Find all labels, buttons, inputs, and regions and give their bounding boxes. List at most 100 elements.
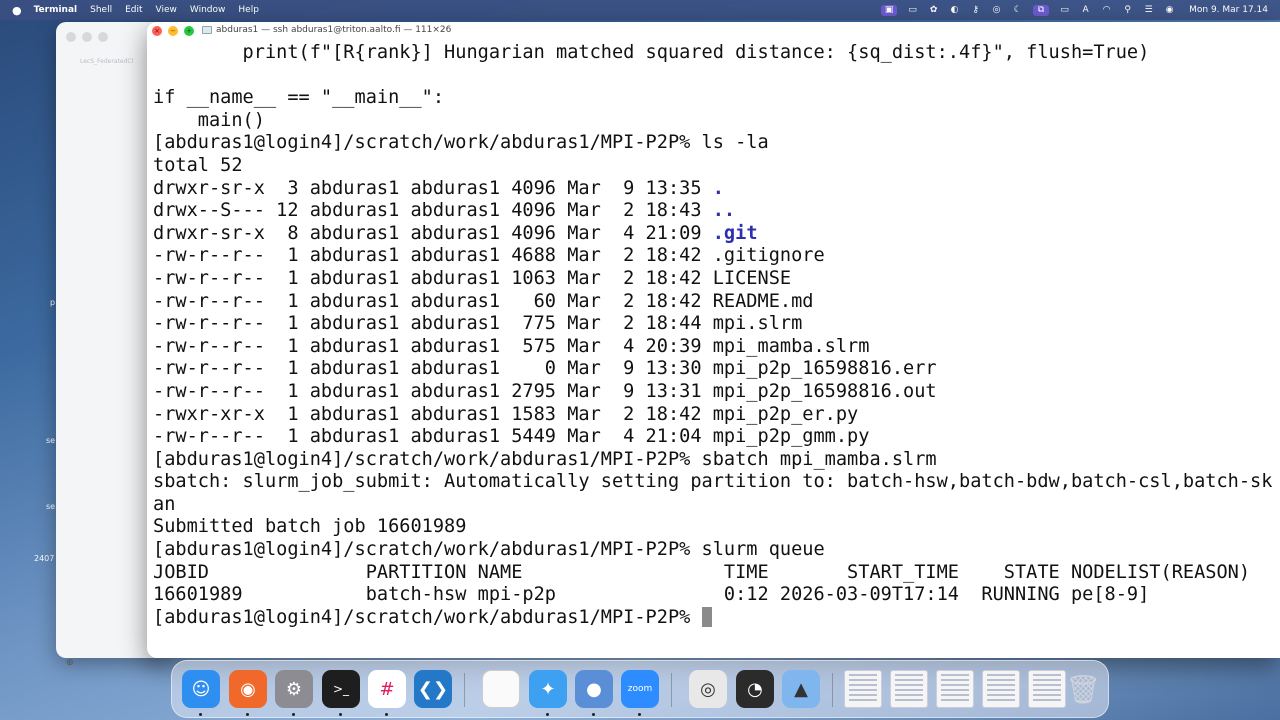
notes-icon[interactable]: [482, 670, 520, 708]
menu-window[interactable]: Window: [190, 5, 226, 15]
screen-mirroring-icon[interactable]: ⧉: [1033, 4, 1050, 16]
terminal-line-text: 16601989 batch-hsw mpi-p2p 0:12 2026-03-…: [153, 584, 1150, 606]
terminal-line-text: Submitted batch job 16601989: [153, 516, 467, 538]
desktop-label: se: [46, 502, 56, 511]
screen-record-icon[interactable]: ▣: [881, 4, 898, 16]
document-thumbnail-icon[interactable]: [890, 670, 928, 708]
terminal-line-text: -rw-r--r-- 1 abduras1 abduras1 575 Mar 4…: [153, 335, 870, 357]
minimize-icon[interactable]: −: [168, 26, 178, 36]
terminal-line: -rw-r--r-- 1 abduras1 abduras1 1063 Mar …: [153, 268, 1280, 291]
terminal-line: main(): [153, 110, 1280, 133]
vscode-icon[interactable]: ❮❯: [414, 670, 452, 708]
tablet-icon[interactable]: ▭: [907, 5, 918, 16]
key-icon[interactable]: ⚷: [970, 5, 981, 16]
apple-menu-icon[interactable]: ●: [12, 4, 22, 17]
window-controls: × − +: [152, 26, 194, 36]
maximize-icon[interactable]: +: [184, 26, 194, 36]
color-picker-icon[interactable]: ✿: [928, 5, 939, 16]
plus-icon[interactable]: ⊕: [66, 658, 74, 668]
menu-clock[interactable]: Mon 9. Mar 17.14: [1189, 5, 1268, 15]
menu-edit[interactable]: Edit: [125, 5, 142, 15]
terminal-icon[interactable]: >_: [322, 670, 360, 708]
search-icon[interactable]: ⚲: [1122, 5, 1133, 16]
window-title-text: abduras1 — ssh abduras1@triton.aalto.fi …: [216, 25, 452, 35]
running-indicator: [199, 713, 202, 716]
menu-shell[interactable]: Shell: [90, 5, 112, 15]
desktop-label: 2407: [34, 554, 55, 563]
finder-icon[interactable]: ☺: [182, 670, 220, 708]
terminal-line: [abduras1@login4]/scratch/work/abduras1/…: [153, 449, 1280, 472]
terminal-line: print(f"[R{rank}] Hungarian matched squa…: [153, 42, 1280, 65]
terminal-line: 16601989 batch-hsw mpi-p2p 0:12 2026-03-…: [153, 584, 1280, 607]
wifi-icon[interactable]: ◠: [1101, 5, 1112, 16]
background-window-tab[interactable]: LecS_FederatedCl: [80, 58, 133, 65]
terminal-line: sbatch: slurm_job_submit: Automatically …: [153, 471, 1280, 494]
screenshot-icon[interactable]: ◎: [689, 670, 727, 708]
menu-view[interactable]: View: [156, 5, 177, 15]
terminal-line-text: total 52: [153, 154, 243, 176]
terminal-line: an: [153, 494, 1280, 517]
terminal-line-text: drwxr-sr-x 3 abduras1 abduras1 4096 Mar …: [153, 177, 713, 199]
moon-icon[interactable]: ☾: [1012, 5, 1023, 16]
status-area: ▣ ▭ ✿ ◐ ⚷ ◎ ☾ ⧉ ▭ A ◠ ⚲ ☰ ◉ Mon 9. Mar 1…: [881, 0, 1268, 20]
terminal-output[interactable]: print(f"[R{rank}] Hungarian matched squa…: [153, 42, 1280, 652]
terminal-line-text: -rw-r--r-- 1 abduras1 abduras1 2795 Mar …: [153, 380, 937, 402]
terminal-line-text: drwx--S--- 12 abduras1 abduras1 4096 Mar…: [153, 200, 713, 222]
running-indicator: [546, 713, 549, 716]
terminal-line-text: -rw-r--r-- 1 abduras1 abduras1 1063 Mar …: [153, 267, 792, 289]
terminal-line-text: -rw-r--r-- 1 abduras1 abduras1 4688 Mar …: [153, 245, 825, 267]
safari-icon[interactable]: ✦: [529, 670, 567, 708]
window-title: abduras1 — ssh abduras1@triton.aalto.fi …: [202, 25, 451, 35]
terminal-line: -rwxr-xr-x 1 abduras1 abduras1 1583 Mar …: [153, 404, 1280, 427]
slack-icon[interactable]: #: [368, 670, 406, 708]
menu-app-name[interactable]: Terminal: [34, 5, 78, 15]
folder-icon: [202, 26, 212, 34]
toggle-icon[interactable]: ◐: [949, 5, 960, 16]
terminal-line-text: if __name__ == "__main__":: [153, 87, 445, 109]
terminal-line: -rw-r--r-- 1 abduras1 abduras1 4688 Mar …: [153, 245, 1280, 268]
battery-icon[interactable]: ▭: [1059, 5, 1070, 16]
running-indicator: [638, 713, 641, 716]
zoom-icon[interactable]: zoom: [621, 670, 659, 708]
desktop-label: se: [46, 436, 56, 445]
menu-help[interactable]: Help: [238, 5, 259, 15]
document-thumbnail-icon[interactable]: [1028, 670, 1066, 708]
document-thumbnail-icon[interactable]: [844, 670, 882, 708]
terminal-line-text: drwxr-sr-x 8 abduras1 abduras1 4096 Mar …: [153, 222, 713, 244]
running-indicator: [246, 713, 249, 716]
desktop-label: p: [50, 298, 56, 307]
firefox-icon[interactable]: ◉: [229, 670, 267, 708]
terminal-line: -rw-r--r-- 1 abduras1 abduras1 0 Mar 9 1…: [153, 358, 1280, 381]
terminal-line: -rw-r--r-- 1 abduras1 abduras1 60 Mar 2 …: [153, 291, 1280, 314]
terminal-line: [abduras1@login4]/scratch/work/abduras1/…: [153, 606, 1280, 630]
terminal-line-text: [abduras1@login4]/scratch/work/abduras1/…: [153, 539, 825, 561]
terminal-line-text: an: [153, 493, 176, 515]
terminal-line-text: -rw-r--r-- 1 abduras1 abduras1 5449 Mar …: [153, 426, 870, 448]
terminal-line-text: -rwxr-xr-x 1 abduras1 abduras1 1583 Mar …: [153, 403, 859, 425]
user-icon[interactable]: ◉: [1164, 5, 1175, 16]
document-thumbnail-icon[interactable]: [982, 670, 1020, 708]
terminal-line: -rw-r--r-- 1 abduras1 abduras1 575 Mar 4…: [153, 336, 1280, 359]
menu-bar: ● Terminal Shell Edit View Window Help ▣…: [0, 0, 1280, 20]
title-bar[interactable]: × − + abduras1 — ssh abduras1@triton.aal…: [147, 22, 1280, 40]
terminal-line: [abduras1@login4]/scratch/work/abduras1/…: [153, 132, 1280, 155]
system-settings-icon[interactable]: ⚙: [275, 670, 313, 708]
focus-icon[interactable]: ◎: [991, 5, 1002, 16]
terminal-line: -rw-r--r-- 1 abduras1 abduras1 2795 Mar …: [153, 381, 1280, 404]
applications-folder-icon[interactable]: ▲: [782, 670, 820, 708]
document-thumbnail-icon[interactable]: [936, 670, 974, 708]
app-icon[interactable]: ●: [575, 670, 613, 708]
input-source-icon[interactable]: A: [1080, 5, 1091, 16]
terminal-line-text: main(): [153, 109, 265, 131]
terminal-line: -rw-r--r-- 1 abduras1 abduras1 775 Mar 2…: [153, 313, 1280, 336]
trash-icon[interactable]: 🗑: [1064, 670, 1102, 708]
terminal-line-text: [abduras1@login4]/scratch/work/abduras1/…: [153, 132, 769, 154]
terminal-window[interactable]: × − + abduras1 — ssh abduras1@triton.aal…: [147, 22, 1280, 658]
close-icon[interactable]: ×: [152, 26, 162, 36]
terminal-line: drwxr-sr-x 8 abduras1 abduras1 4096 Mar …: [153, 223, 1280, 246]
control-center-icon[interactable]: ☰: [1143, 5, 1154, 16]
activity-monitor-icon[interactable]: ◔: [736, 670, 774, 708]
terminal-line-text: -rw-r--r-- 1 abduras1 abduras1 775 Mar 2…: [153, 313, 803, 335]
dock: ☺ ◉ ⚙ >_ # ❮❯ ✦ ● zoom ◎ ◔ ▲ 🗑: [171, 660, 1109, 718]
terminal-line-text: JOBID PARTITION NAME TIME START_TIME STA…: [153, 561, 1251, 583]
